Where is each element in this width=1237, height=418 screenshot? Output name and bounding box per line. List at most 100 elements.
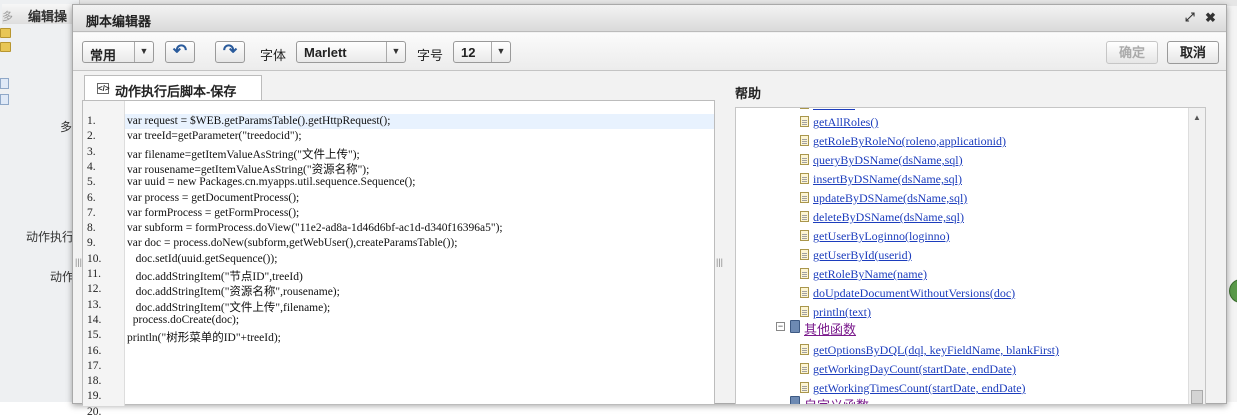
function-link[interactable]: doUpdateDocumentWithoutVersions(doc): [813, 286, 1015, 301]
code-line[interactable]: var subform = formProcess.doView("11e2-a…: [127, 222, 503, 234]
confirm-button[interactable]: 确定: [1106, 41, 1158, 64]
code-line[interactable]: doc.addStringItem("节点ID",treeId): [127, 268, 303, 284]
page-icon: [800, 230, 809, 241]
group-label[interactable]: 其他函数: [804, 319, 856, 338]
code-line[interactable]: doc.setId(uuid.getSequence());: [127, 253, 278, 265]
help-function-tree: getAllRoles() getRoleByRoleNo(roleno,appl…: [735, 107, 1206, 405]
redo-button[interactable]: ↷: [215, 41, 245, 63]
dialog-titlebar: 脚本编辑器 ⤢ ✖: [73, 5, 1226, 32]
function-link[interactable]: queryByDSName(dsName,sql): [813, 153, 963, 168]
line-number: 17.: [87, 359, 102, 372]
function-link[interactable]: deleteByDSName(dsName,sql): [813, 210, 964, 225]
line-number: 15.: [87, 329, 102, 342]
font-size-select[interactable]: 12 ▼: [453, 41, 511, 63]
code-line[interactable]: doc.addStringItem("文件上传",filename);: [127, 299, 331, 315]
line-number: 3.: [87, 145, 96, 158]
page-icon: [800, 382, 809, 393]
function-link[interactable]: getRoleByName(name): [813, 267, 927, 282]
line-number: 13.: [87, 298, 102, 311]
code-line[interactable]: var doc = process.doNew(subform,getWebUs…: [127, 237, 457, 249]
collapse-toggle-icon[interactable]: −: [776, 322, 785, 331]
folder-icon: [0, 28, 11, 38]
code-line[interactable]: var request = $WEB.getParamsTable().getH…: [127, 115, 390, 127]
function-link[interactable]: getRoleByRoleNo(roleno,applicationid): [813, 134, 1006, 149]
function-link[interactable]: updateByDSName(dsName,sql): [813, 191, 967, 206]
group-label[interactable]: 自定义函数: [804, 395, 869, 404]
line-number: 4.: [87, 160, 96, 173]
page-icon: [800, 108, 809, 109]
background-label: 动作: [50, 270, 75, 284]
page-icon: [800, 192, 809, 203]
toolbar: 常用 ▼ ↶ ↷ 字体 Marlett ▼ 字号 12 ▼ 确定 取消: [73, 33, 1226, 71]
line-number: 16.: [87, 344, 102, 357]
page-icon: [800, 363, 809, 374]
tab-script[interactable]: </> 动作执行后脚本-保存: [84, 75, 262, 100]
line-number: 9.: [87, 237, 96, 250]
background-left-panel: 多 编辑操 多 动作执行 动作: [0, 0, 82, 402]
page-icon: [800, 211, 809, 222]
code-line[interactable]: var filename=getItemValueAsString("文件上传"…: [127, 146, 360, 162]
page-icon: [0, 78, 9, 89]
mode-select[interactable]: 常用 ▼: [82, 41, 154, 63]
line-number: 18.: [87, 375, 102, 388]
page-icon: [800, 287, 809, 298]
book-icon: [790, 396, 800, 404]
line-number: 11.: [87, 268, 101, 280]
dialog-title: 脚本编辑器: [86, 14, 152, 29]
scroll-up-icon[interactable]: ▲: [1193, 113, 1201, 122]
font-select-value: Marlett: [304, 45, 347, 60]
help-panel: 帮助 getAllRoles() getRoleByRoleNo(roleno,a…: [723, 75, 1223, 405]
background-panel-title: 编辑操: [28, 9, 68, 24]
font-select[interactable]: Marlett ▼: [296, 41, 406, 63]
chevron-down-icon: ▼: [491, 42, 510, 62]
splitter-handle-middle[interactable]: |||: [716, 258, 723, 276]
code-line[interactable]: var process = getDocumentProcess();: [127, 192, 299, 204]
code-line[interactable]: var formProcess = getFormProcess();: [127, 207, 299, 219]
code-editor[interactable]: 1. 2. 3. 4. 5. 6. 7. 8. 9. 10. 11. 12. 13. 14. 15. 16. 1…: [82, 100, 715, 418]
line-number: 8.: [87, 222, 96, 235]
code-line[interactable]: var uuid = new Packages.cn.myapps.util.s…: [127, 176, 415, 188]
code-line[interactable]: process.doCreate(doc);: [127, 314, 239, 326]
page-icon: [800, 344, 809, 355]
function-link[interactable]: getAllRoles(): [813, 115, 878, 130]
page-icon: [800, 268, 809, 279]
font-size-value: 12: [461, 45, 476, 60]
code-line[interactable]: var treeId=getParameter("treedocid");: [127, 130, 302, 142]
line-number: 12.: [87, 283, 102, 296]
splitter-handle-left[interactable]: |||: [75, 258, 82, 276]
close-icon[interactable]: ✖: [1205, 10, 1216, 26]
background-panel-prefix: 多: [2, 11, 13, 23]
line-number: 20.: [87, 405, 102, 418]
function-link[interactable]: println(text): [813, 305, 871, 320]
tree-vertical-scrollbar[interactable]: ▲: [1188, 108, 1205, 404]
line-number: 5.: [87, 176, 96, 189]
cancel-button[interactable]: 取消: [1167, 41, 1219, 64]
help-title: 帮助: [735, 86, 762, 101]
function-link[interactable]: getWorkingDayCount(startDate, endDate): [813, 362, 1016, 377]
redo-icon: ↷: [222, 41, 238, 60]
line-number: 19.: [87, 390, 102, 403]
function-link[interactable]: getOptionsByDQL(dql, keyFieldName, blank…: [813, 343, 1059, 358]
function-link-partial[interactable]: [813, 108, 855, 112]
page-icon: [800, 306, 809, 317]
code-line[interactable]: doc.addStringItem("资源名称",rousename);: [127, 283, 340, 299]
font-label: 字体: [260, 48, 287, 63]
page-icon: [800, 154, 809, 165]
function-link[interactable]: insertByDSName(dsName,sql): [813, 172, 962, 187]
function-link[interactable]: getWorkingTimesCount(startDate, endDate): [813, 381, 1026, 396]
code-line[interactable]: println("树形菜单的ID"+treeId);: [127, 329, 281, 345]
folder-icon: [0, 42, 11, 52]
undo-button[interactable]: ↶: [165, 41, 195, 63]
line-number: 2.: [87, 130, 96, 143]
restore-icon[interactable]: ⤢: [1185, 10, 1195, 25]
background-panel-header: 多 编辑操: [2, 4, 82, 24]
background-label: 多: [60, 120, 73, 134]
script-editor-dialog: 脚本编辑器 ⤢ ✖ 常用 ▼ ↶ ↷ 字体 Marlett ▼ 字号 12 ▼ …: [72, 4, 1227, 418]
editor-panel: </> 动作执行后脚本-保存 1. 2. 3. 4. 5. 6. 7. 8. 9. 10. 11. 1…: [82, 75, 715, 418]
function-link[interactable]: getUserById(userid): [813, 248, 912, 263]
chevron-down-icon: ▼: [134, 42, 153, 62]
book-icon: [790, 320, 800, 333]
page-icon: [800, 173, 809, 184]
code-line[interactable]: var rousename=getItemValueAsString("资源名称…: [127, 161, 369, 177]
function-link[interactable]: getUserByLoginno(loginno): [813, 229, 950, 244]
